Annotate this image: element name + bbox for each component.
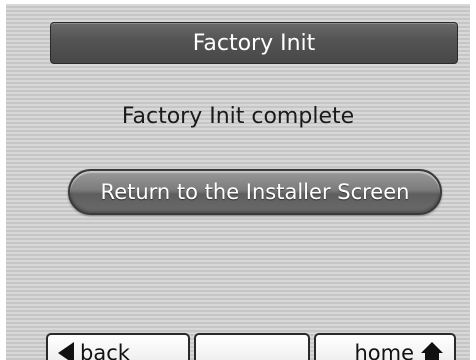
- home-button-label: home: [354, 341, 414, 360]
- blank-nav-button[interactable]: [194, 333, 310, 360]
- status-message: Factory Init complete: [121, 104, 355, 129]
- return-to-installer-button[interactable]: Return to the Installer Screen: [68, 169, 442, 215]
- arrow-left-icon: [58, 342, 74, 360]
- title-bar: Factory Init: [50, 22, 458, 64]
- page-title: Factory Init: [192, 30, 316, 56]
- bottom-nav-bar: back home: [46, 333, 464, 360]
- return-button-label: Return to the Installer Screen: [100, 180, 410, 204]
- back-button[interactable]: back: [46, 333, 190, 360]
- home-button[interactable]: home: [314, 333, 456, 360]
- screen: Factory Init Factory Init complete Retur…: [6, 4, 470, 360]
- back-button-label: back: [80, 341, 130, 360]
- house-icon: [421, 342, 443, 360]
